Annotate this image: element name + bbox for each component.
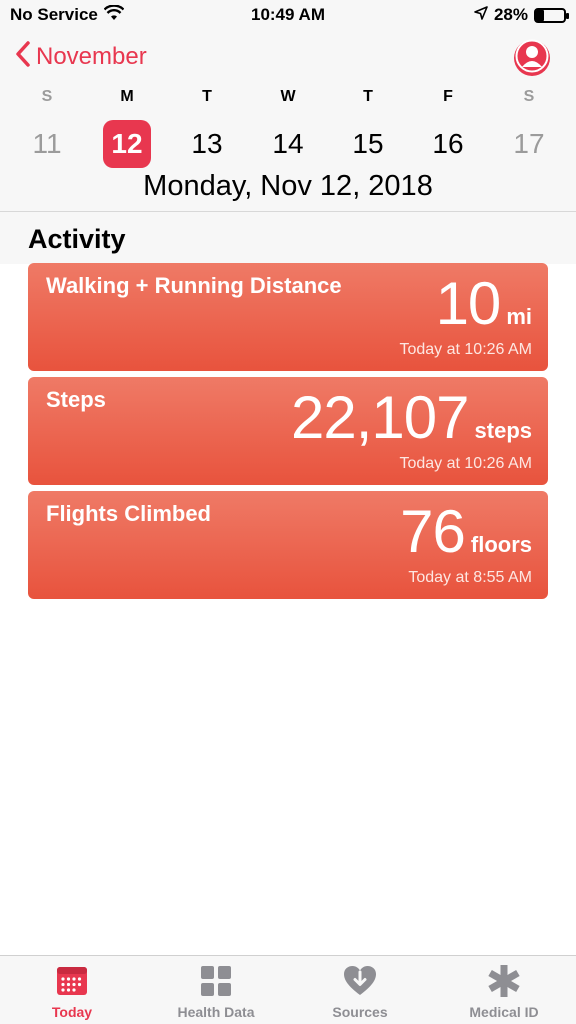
profile-button[interactable] [514, 38, 550, 79]
weekday-label: T [202, 88, 212, 105]
battery-icon [534, 7, 569, 23]
grid-icon [199, 964, 233, 998]
card-timestamp: Today at 10:26 AM [399, 341, 532, 358]
back-button[interactable]: November [14, 40, 147, 73]
card-unit: steps [474, 418, 532, 443]
tab-label: Medical ID [469, 1004, 539, 1020]
day-12-selected[interactable]: 12 [103, 120, 151, 168]
card-steps[interactable]: Steps 22,107 steps Today at 10:26 AM [28, 377, 548, 485]
card-value: 10 [435, 270, 502, 337]
location-arrow-icon [474, 5, 488, 25]
weekday-row: S M T W T F S [0, 88, 576, 108]
day-17[interactable]: 17 [505, 120, 553, 168]
battery-fill [536, 9, 544, 21]
card-title: Steps [46, 387, 106, 412]
tab-label: Sources [332, 1004, 388, 1020]
day-15[interactable]: 15 [344, 120, 392, 168]
day-16[interactable]: 16 [424, 120, 472, 168]
day-row: 11 12 13 14 15 16 17 [0, 120, 576, 168]
weekday-label: F [443, 88, 453, 105]
heart-download-icon [343, 964, 377, 998]
activity-section-header: Activity [0, 212, 576, 264]
card-walking-running-distance[interactable]: Walking + Running Distance 10 mi Today a… [28, 263, 548, 371]
weekday-label: S [523, 88, 535, 105]
calendar-icon [55, 964, 89, 998]
chevron-left-icon [14, 40, 32, 73]
selected-date-title: Monday, Nov 12, 2018 [143, 170, 433, 202]
status-right: 28% [474, 5, 569, 25]
weekday-label: W [280, 88, 296, 105]
card-title: Walking + Running Distance [46, 273, 342, 298]
tab-health-data[interactable]: Health Data [144, 956, 288, 1024]
status-bar: No Service 10:49 AM 28% [0, 0, 576, 30]
tab-today[interactable]: Today [0, 956, 144, 1024]
weekday-label: S [41, 88, 53, 105]
card-unit: floors [470, 532, 532, 557]
day-14[interactable]: 14 [264, 120, 312, 168]
carrier-label: No Service [10, 5, 98, 24]
card-value-row: 10 mi [436, 269, 532, 338]
weekday-label: T [363, 88, 373, 105]
card-value-row: 76 floors [400, 497, 532, 566]
card-title: Flights Climbed [46, 501, 211, 526]
card-unit: mi [506, 304, 532, 329]
card-value-row: 22,107 steps [291, 383, 532, 452]
card-value: 22,107 [291, 384, 470, 451]
day-11[interactable]: 11 [23, 120, 71, 168]
asterisk-icon [487, 964, 521, 998]
tab-bar: Today Health Data Sources Medical ID [0, 955, 576, 1024]
section-title: Activity [28, 224, 126, 254]
calendar-header: November S M T W T F S 11 12 13 14 15 16… [0, 30, 576, 212]
tab-medical-id[interactable]: Medical ID [432, 956, 576, 1024]
status-left: No Service [10, 3, 125, 26]
back-label: November [36, 42, 147, 70]
card-value: 76 [400, 498, 466, 565]
tab-label: Health Data [177, 1004, 255, 1020]
person-icon [514, 38, 550, 79]
tab-label: Today [51, 1004, 93, 1020]
battery-percent: 28% [493, 5, 528, 24]
tab-sources[interactable]: Sources [288, 956, 432, 1024]
card-timestamp: Today at 8:55 AM [408, 569, 532, 586]
weekday-label: M [120, 88, 134, 105]
card-flights-climbed[interactable]: Flights Climbed 76 floors Today at 8:55 … [28, 491, 548, 599]
day-13[interactable]: 13 [183, 120, 231, 168]
card-timestamp: Today at 10:26 AM [399, 455, 532, 472]
wifi-icon [103, 3, 125, 26]
